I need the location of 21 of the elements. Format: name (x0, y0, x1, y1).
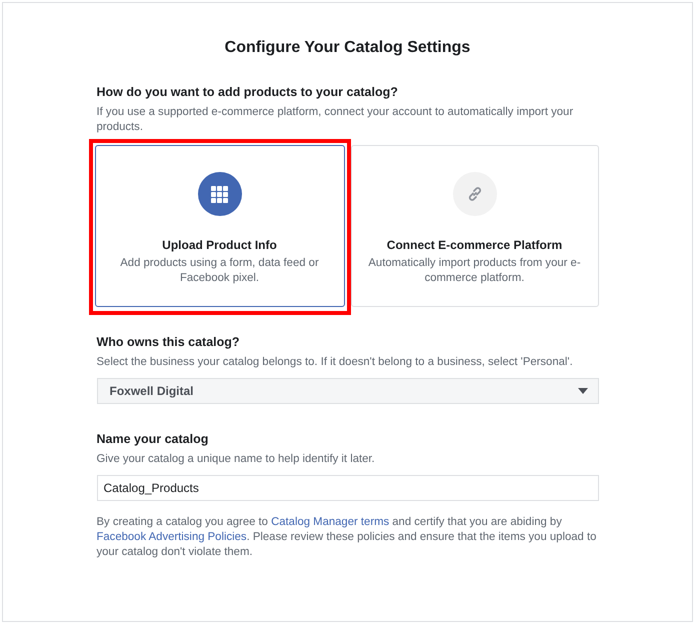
help-text: If you use a supported e-commerce platform, connect your account to automatically import your products. (96, 105, 574, 135)
option-title: Upload Product Info (162, 238, 277, 252)
business-dropdown[interactable]: Foxwell Digital (96, 378, 598, 404)
policy-link[interactable]: Facebook Advertising Policies (96, 531, 247, 543)
grid-icon (198, 172, 242, 216)
option-card[interactable]: Upload Product Info Add products using a form, data feed or Facebook pixel. (94, 145, 344, 307)
link-icon (452, 172, 496, 216)
dialog-title: Configure Your Catalog Settings (224, 39, 472, 57)
section-heading: Who owns this catalog? (96, 335, 241, 349)
dropdown-arrow-icon (578, 388, 588, 394)
catalog-name-field[interactable]: Catalog_Products (96, 475, 598, 501)
option-description: Automatically import products from your e-commerce platform. (367, 256, 582, 286)
option-title: Connect E-commerce Platform (386, 238, 562, 252)
help-text: Give your catalog a unique name to help identify it later. (96, 452, 376, 467)
option-description: Add products using a form, data feed or Facebook pixel. (119, 256, 320, 286)
option-card[interactable]: Connect E-commerce Platform Automatically import products from your e-commerce platform. (350, 145, 598, 307)
section-heading: How do you want to add products to your catalog? (96, 85, 399, 99)
policy-link[interactable]: Catalog Manager terms (271, 516, 390, 528)
section-heading: Name your catalog (96, 432, 210, 446)
terms-text: By creating a catalog you agree to Catalog Manager terms and certify that you are abiding by Facebook Advertising Policies. Please review these policies and ensure that the items you upload to your catalog don't violate them. (96, 515, 598, 560)
help-text: Select the business your catalog belongs to. If it doesn't belong to a business, select 'Personal'. (96, 355, 574, 370)
